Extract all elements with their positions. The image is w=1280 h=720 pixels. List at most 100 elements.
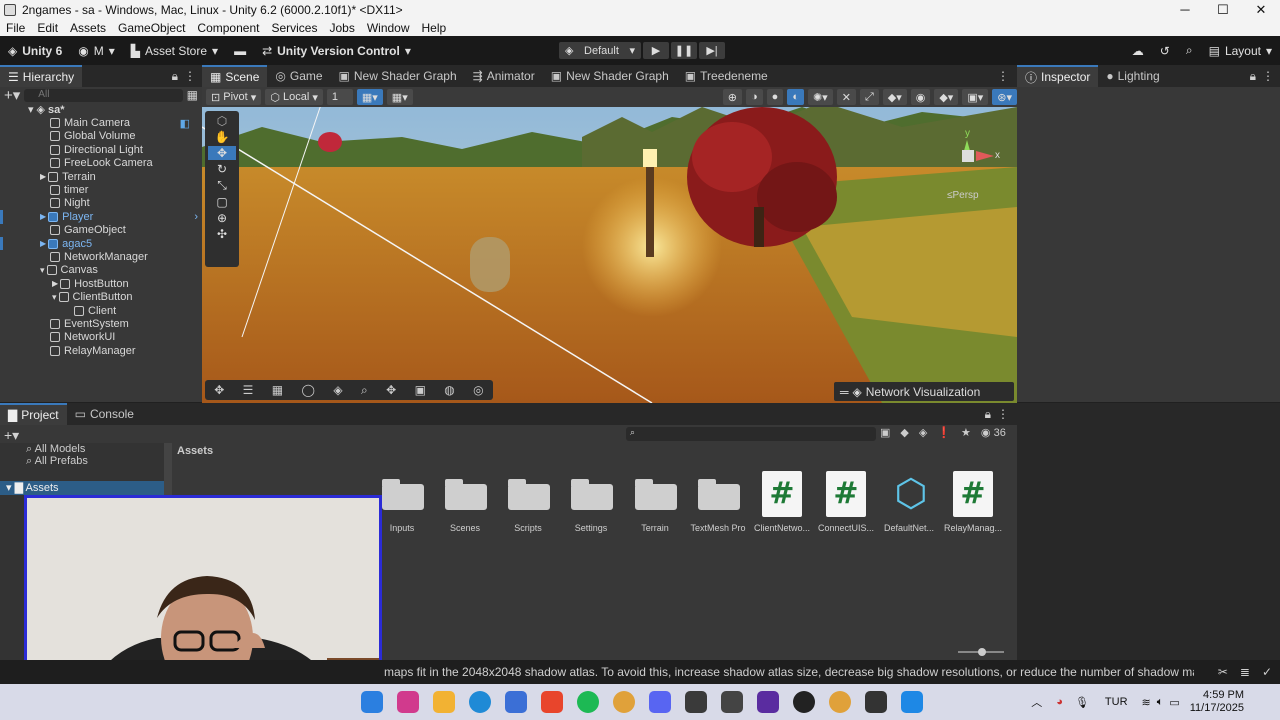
menu-jobs[interactable]: Jobs <box>323 21 360 35</box>
spotify-icon[interactable] <box>577 691 599 713</box>
filter-label-icon[interactable]: ◆ <box>900 426 908 439</box>
menu-services[interactable]: Services <box>265 21 323 35</box>
tab-scene[interactable]: ▦ Scene <box>202 65 268 87</box>
vscode-icon[interactable] <box>901 691 923 713</box>
align-icon[interactable]: ☰ <box>243 383 254 397</box>
compass-icon[interactable]: ◎ <box>473 383 483 397</box>
check-icon[interactable]: ✓ <box>1262 665 1272 679</box>
csharp-script-icon[interactable]: # <box>826 471 866 517</box>
search-icon[interactable]: ⌕ <box>361 383 368 398</box>
tab-shader-graph-2[interactable]: ▣ New Shader Graph <box>543 65 677 87</box>
hierarchy-item-relaymanager[interactable]: RelayManager <box>0 344 202 357</box>
breadcrumb[interactable]: Assets <box>177 445 213 457</box>
hierarchy-item-networkmanager[interactable]: NetworkManager <box>0 250 202 263</box>
status-message[interactable]: maps fit in the 2048x2048 shadow atlas. … <box>384 665 1194 679</box>
render-mode-icon[interactable]: ▣▾ <box>962 89 989 105</box>
filter-type-icon[interactable]: ▣ <box>880 426 890 439</box>
wifi-icon[interactable]: ≋ <box>1142 696 1151 709</box>
local-dropdown[interactable]: ⬡ Local ▾ <box>265 89 323 105</box>
layers-icon[interactable]: ◈ <box>333 383 342 397</box>
tab-lighting[interactable]: ● Lighting <box>1098 65 1167 87</box>
move-icon[interactable]: ✥ <box>386 383 396 397</box>
grid-icon[interactable]: ▦ <box>272 383 283 397</box>
project-search-input[interactable]: ⌕ <box>626 427 876 441</box>
minimize-button[interactable]: ─ <box>1166 2 1204 18</box>
search-options-icon[interactable]: ▦ <box>187 88 198 102</box>
grid-size-input[interactable]: 1 <box>326 89 353 105</box>
chevron-right-icon[interactable]: › <box>194 211 198 223</box>
asset-store-button[interactable]: ▙ Asset Store ▾ <box>123 44 226 58</box>
scene-axis-gizmo[interactable]: y x ≤Persp <box>945 128 1005 208</box>
add-icon[interactable]: +▾ <box>4 86 20 104</box>
effects-icon[interactable]: ⤢ <box>859 89 879 105</box>
tab-game[interactable]: ◎ Game <box>267 65 330 87</box>
tree-assets[interactable]: ▾ ▇ Assets <box>0 481 164 495</box>
pivot-dropdown[interactable]: ⊡ Pivot ▾ <box>206 89 262 105</box>
volume-icon[interactable]: 🔈︎ <box>1157 696 1164 709</box>
hierarchy-item-global-volume[interactable]: Global Volume <box>0 130 202 143</box>
chevron-up-icon[interactable]: ︿ <box>1031 694 1042 710</box>
hierarchy-item-terrain[interactable]: ▶ Terrain <box>0 170 202 183</box>
transform-tool-icon[interactable]: ⊕ <box>217 211 227 225</box>
tab-inspector[interactable]: ⓘ Inspector <box>1017 65 1099 87</box>
brave-icon[interactable] <box>541 691 563 713</box>
custom-tool-icon[interactable]: ✣ <box>217 227 227 241</box>
scene-view[interactable] <box>202 87 1017 403</box>
hierarchy-item-hostbutton[interactable]: ▶ HostButton <box>0 277 202 290</box>
lock-icon[interactable]: 🔒︎ <box>172 69 184 84</box>
audio-toggle-icon[interactable]: ✕ <box>836 89 856 105</box>
hidden-count[interactable]: ◉ 36 <box>981 426 1006 439</box>
step-button[interactable]: ▶| <box>699 42 725 59</box>
shading-solid-icon[interactable]: ● <box>766 89 784 105</box>
visibility-icon[interactable]: ◉ <box>910 89 931 105</box>
store-icon[interactable] <box>505 691 527 713</box>
favorite-all-prefabs[interactable]: ⌕ All Prefabs <box>0 455 164 469</box>
hierarchy-item-networkui[interactable]: NetworkUI <box>0 331 202 344</box>
rect-tool-icon[interactable]: ▢ <box>216 195 227 209</box>
move-icon[interactable]: ✥ <box>214 383 224 397</box>
battery-icon[interactable]: ▭ <box>1169 696 1179 709</box>
app-icon[interactable] <box>685 691 707 713</box>
persp-label[interactable]: ≤Persp <box>947 190 979 201</box>
hierarchy-item-player[interactable]: ▶ Player › <box>0 210 202 224</box>
debug-icon[interactable]: ✂ <box>1218 665 1228 679</box>
cloud-icon[interactable]: ☁ <box>1124 44 1152 58</box>
slider-thumb[interactable] <box>978 648 986 656</box>
unity-account-button[interactable]: ◈ Unity 6 <box>0 44 70 58</box>
edge-icon[interactable] <box>469 691 491 713</box>
shading-wireframe-icon[interactable]: ◑ <box>746 89 763 105</box>
folder-textmeshpro-icon[interactable] <box>698 478 740 510</box>
csharp-script-icon[interactable]: # <box>762 471 802 517</box>
layout-dropdown[interactable]: ▤ Layout ▾ <box>1201 44 1280 58</box>
clock[interactable]: 4:59 PM 11/17/2025 <box>1190 689 1244 715</box>
chrome-icon[interactable] <box>613 691 635 713</box>
hierarchy-item-eventsystem[interactable]: EventSystem <box>0 317 202 330</box>
menu-file[interactable]: File <box>0 21 31 35</box>
menu-help[interactable]: Help <box>416 21 453 35</box>
hierarchy-item-freelook-camera[interactable]: FreeLook Camera <box>0 157 202 170</box>
more-icon[interactable]: ⋮ <box>184 69 202 83</box>
build-profile-dropdown[interactable]: ◈ Default ▾ <box>559 42 641 59</box>
icon-size-slider[interactable] <box>958 648 1004 656</box>
chrome-icon[interactable] <box>829 691 851 713</box>
menu-window[interactable]: Window <box>361 21 416 35</box>
close-button[interactable]: ✕ <box>1242 2 1280 18</box>
layers-icon[interactable]: ◆▾ <box>882 89 907 105</box>
hand-tool-icon[interactable]: ✋ <box>215 130 230 144</box>
scale-tool-icon[interactable]: ⤡ <box>217 178 227 193</box>
menu-assets[interactable]: Assets <box>64 21 112 35</box>
hierarchy-item-clientbutton[interactable]: ▾ ClientButton <box>0 290 202 303</box>
unity-icon[interactable] <box>865 691 887 713</box>
sphere-icon[interactable]: ◍ <box>444 383 454 397</box>
file-explorer-icon[interactable] <box>433 691 455 713</box>
menu-component[interactable]: Component <box>191 21 265 35</box>
hierarchy-item-main-camera[interactable]: Main Camera ◧ <box>0 116 202 130</box>
hierarchy-item-night[interactable]: Night <box>0 197 202 210</box>
discord-icon[interactable] <box>649 691 671 713</box>
github-icon[interactable] <box>793 691 815 713</box>
app-tray-icon[interactable]: ◕ <box>1056 696 1063 708</box>
play-button[interactable]: ▶ <box>643 42 669 59</box>
app-icon[interactable] <box>757 691 779 713</box>
shading-shaded-icon[interactable]: ◐ <box>787 89 804 105</box>
microphone-icon[interactable]: 🎙︎ <box>1075 696 1089 709</box>
